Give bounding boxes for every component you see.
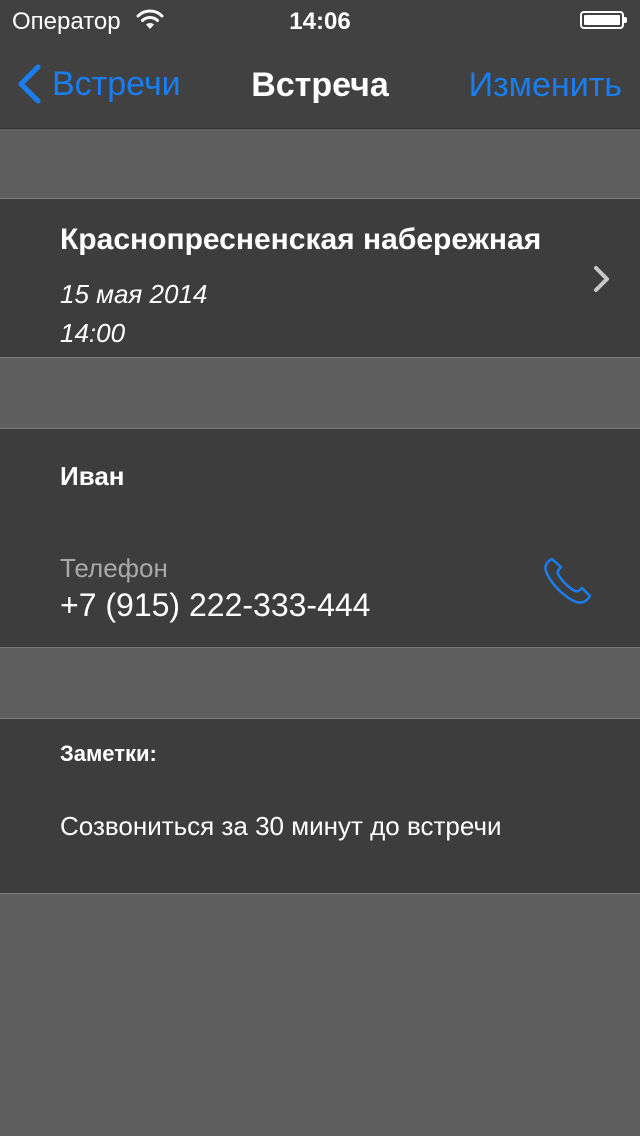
phone-label: Телефон (60, 553, 168, 583)
battery-icon (580, 11, 627, 29)
status-bar: Оператор 14:06 (0, 0, 640, 40)
chevron-right-icon (594, 266, 609, 292)
navigation-bar: Встречи Встреча Изменить (0, 40, 640, 128)
notes-text: Созвониться за 30 минут до встречи (60, 811, 502, 841)
notes-cell: Заметки: Созвониться за 30 минут до встр… (0, 718, 640, 894)
contact-name: Иван (60, 461, 125, 491)
contact-cell: Иван Телефон +7 (915) 222-333-444 (0, 428, 640, 648)
phone-icon[interactable] (538, 551, 598, 611)
top-bar: Оператор 14:06 Встречи Встреча Изменить (0, 0, 640, 129)
notes-label: Заметки: (60, 741, 157, 766)
status-time: 14:06 (289, 8, 351, 35)
meeting-date: 15 мая 2014 (60, 279, 208, 309)
meeting-cell[interactable]: Краснопресненская набережная 15 мая 2014… (0, 198, 640, 358)
phone-number[interactable]: +7 (915) 222-333-444 (60, 587, 370, 624)
meeting-time: 14:00 (60, 318, 126, 348)
edit-button[interactable]: Изменить (469, 66, 622, 105)
meeting-place: Краснопресненская набережная (60, 223, 542, 256)
